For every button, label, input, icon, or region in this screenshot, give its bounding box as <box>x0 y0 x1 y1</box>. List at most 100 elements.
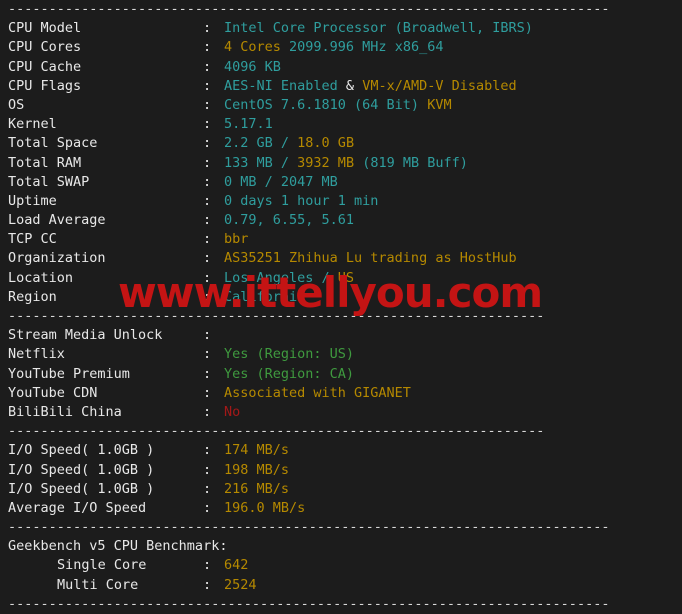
info-row-label: BiliBili China <box>8 403 122 420</box>
value-segment: bbr <box>224 231 249 248</box>
info-row: I/O Speed( 1.0GB ):198 MB/s <box>0 461 682 480</box>
system-info-section: CPU Model: Intel Core Processor (Broadwel… <box>0 19 682 307</box>
info-row-value: 2524 <box>224 577 257 593</box>
value-segment: Yes (Region: US) <box>224 346 355 363</box>
colon: : <box>203 442 212 459</box>
value-segment: 0 MB / 2047 MB <box>224 173 338 190</box>
info-row: OS: CentOS 7.6.1810 (64 Bit) KVM <box>0 96 682 115</box>
info-row: CPU Model: Intel Core Processor (Broadwel… <box>0 19 682 38</box>
value-segment: US <box>337 269 355 286</box>
info-row-value: Yes (Region: US) <box>224 346 354 362</box>
value-segment: 2.2 GB <box>224 135 281 152</box>
colon: : <box>203 212 212 229</box>
info-row-label: CPU Flags <box>8 77 82 94</box>
value-segment: 4096 KB <box>224 58 281 75</box>
value-segment: 642 <box>224 557 249 574</box>
separator-bottom: ----------------------------------------… <box>8 595 610 612</box>
info-row: Location: Los Angeles / US <box>0 269 682 288</box>
info-row-label: I/O Speed( 1.0GB ) <box>8 442 155 459</box>
info-row: Uptime:0 days 1 hour 1 min <box>0 192 682 211</box>
info-row-label: Uptime <box>8 192 57 209</box>
info-row-label: CPU Cores <box>8 39 82 56</box>
info-row-value: bbr <box>224 231 248 247</box>
info-row-label: YouTube Premium <box>8 365 130 382</box>
info-row-value: 4096 KB <box>224 59 281 75</box>
info-row-label: Total RAM <box>8 154 82 171</box>
value-segment: Intel Core Processor (Broadwell, IBRS) <box>224 20 533 37</box>
info-row-label: Kernel <box>8 116 57 133</box>
info-row-value: 216 MB/s <box>224 481 289 497</box>
value-segment: Los Angeles / <box>224 269 338 286</box>
info-row: YouTube Premium: Yes (Region: CA) <box>0 365 682 384</box>
value-segment: 2524 <box>224 576 257 593</box>
info-row-label: Total Space <box>8 135 98 152</box>
info-row: CPU Cores:4 Cores 2099.996 MHz x86_64 <box>0 38 682 57</box>
value-segment: No <box>224 403 241 420</box>
colon: : <box>203 116 212 133</box>
info-row: CPU Cache:4096 KB <box>0 58 682 77</box>
geekbench-section: Single Core:642 Multi Core:2524 <box>0 556 682 594</box>
value-segment: 18.0 GB <box>297 135 355 152</box>
colon: : <box>203 39 212 56</box>
info-row-label: Netflix <box>8 346 65 363</box>
info-row: BiliBili China: No <box>0 403 682 422</box>
info-row-label: YouTube CDN <box>8 384 98 401</box>
colon: : <box>203 269 212 286</box>
colon: : <box>203 77 212 94</box>
info-row: Netflix: Yes (Region: US) <box>0 345 682 364</box>
stream-media-heading-row: Stream Media Unlock: <box>0 326 682 345</box>
value-segment: 4 Cores <box>224 39 290 56</box>
info-row: Multi Core:2524 <box>0 576 682 595</box>
value-segment: 216 MB/s <box>224 480 290 497</box>
info-row: YouTube CDN: Associated with GIGANET <box>0 384 682 403</box>
info-row: Kernel:5.17.1 <box>0 115 682 134</box>
colon: : <box>203 250 212 267</box>
value-segment: California <box>224 288 306 305</box>
value-segment: 198 MB/s <box>224 461 290 478</box>
terminal-window: ----------------------------------------… <box>0 0 682 612</box>
value-segment: 196.0 MB/s <box>224 499 306 516</box>
info-row-value: 2.2 GB / 18.0 GB <box>224 135 354 151</box>
colon: : <box>203 346 212 363</box>
info-row-label: Organization <box>8 250 106 267</box>
info-row-value: Associated with GIGANET <box>224 385 411 401</box>
info-row: I/O Speed( 1.0GB ):174 MB/s <box>0 441 682 460</box>
info-row-label: Region <box>8 288 57 305</box>
separator-top: ----------------------------------------… <box>8 1 610 17</box>
colon: : <box>203 327 212 344</box>
info-row-value: No <box>224 404 240 420</box>
info-row-value: Intel Core Processor (Broadwell, IBRS) <box>224 20 533 36</box>
info-row-value: 4 Cores 2099.996 MHz x86_64 <box>224 39 443 55</box>
colon: : <box>203 96 212 113</box>
colon: : <box>203 135 212 152</box>
geekbench-heading: Geekbench v5 CPU Benchmark: <box>8 538 228 555</box>
info-row-value: 5.17.1 <box>224 116 273 132</box>
value-segment: 3932 MB <box>297 154 363 171</box>
info-row-label: Total SWAP <box>8 173 90 190</box>
info-row-value: 0 days 1 hour 1 min <box>224 193 378 209</box>
colon: : <box>203 365 212 382</box>
info-row-value: AES-NI Enabled & VM-x/AMD-V Disabled <box>224 78 517 94</box>
colon: : <box>203 461 212 478</box>
value-segment: CentOS 7.6.1810 (64 Bit) <box>224 96 428 113</box>
stream-media-heading-label: Stream Media Unlock <box>8 327 163 344</box>
info-row: Total SWAP:0 MB / 2047 MB <box>0 173 682 192</box>
value-segment: Associated with GIGANET <box>224 384 411 401</box>
value-segment: Yes (Region: CA) <box>224 365 355 382</box>
value-segment: (819 MB Buff) <box>362 154 468 171</box>
value-segment: 133 MB <box>224 154 281 171</box>
info-row-value: 642 <box>224 557 248 573</box>
info-row-value: 0.79, 6.55, 5.61 <box>224 212 354 228</box>
info-row: Total RAM:133 MB / 3932 MB (819 MB Buff) <box>0 154 682 173</box>
colon: : <box>203 20 212 37</box>
info-row: Total Space:2.2 GB / 18.0 GB <box>0 134 682 153</box>
info-row-label: Single Core <box>57 557 147 574</box>
info-row-value: AS35251 Zhihua Lu trading as HostHub <box>224 250 517 266</box>
colon: : <box>203 403 212 420</box>
info-row: Organization: AS35251 Zhihua Lu trading a… <box>0 249 682 268</box>
info-row-value: 0 MB / 2047 MB <box>224 174 338 190</box>
colon: : <box>203 173 212 190</box>
value-segment: AES-NI Enabled <box>224 77 338 94</box>
info-row-label: I/O Speed( 1.0GB ) <box>8 480 155 497</box>
io-speed-section: I/O Speed( 1.0GB ):174 MB/s I/O Speed( 1.… <box>0 441 682 518</box>
